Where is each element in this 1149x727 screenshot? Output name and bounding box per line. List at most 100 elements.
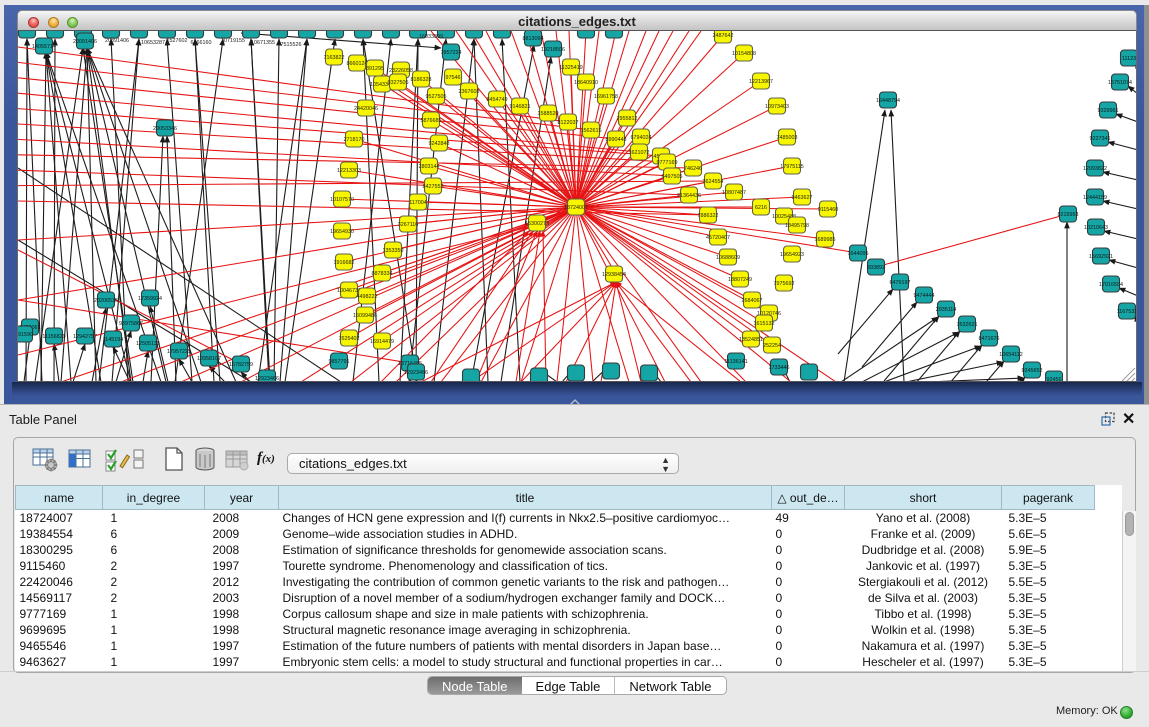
- svg-text:8813094: 8813094: [523, 36, 544, 42]
- svg-text:18495798: 18495798: [785, 223, 809, 229]
- svg-text:1615132: 1615132: [754, 321, 775, 327]
- svg-text:9146821: 9146821: [510, 104, 531, 110]
- svg-text:12213303: 12213303: [337, 168, 361, 174]
- svg-text:18807249: 18807249: [728, 277, 752, 283]
- svg-text:9474444: 9474444: [914, 293, 935, 299]
- svg-text:15692921: 15692921: [1089, 254, 1113, 260]
- svg-text:10653287: 10653287: [141, 40, 165, 46]
- svg-text:12213967: 12213967: [749, 79, 773, 85]
- svg-text:16099486: 16099486: [353, 313, 377, 319]
- svg-text:7632621: 7632621: [957, 322, 978, 328]
- svg-text:1527602: 1527602: [167, 38, 188, 44]
- svg-text:891295: 891295: [366, 66, 384, 72]
- svg-text:11156829: 11156829: [42, 334, 65, 340]
- svg-text:9527505: 9527505: [426, 94, 447, 100]
- svg-text:252254: 252254: [763, 343, 781, 349]
- svg-text:21364436: 21364436: [677, 193, 701, 199]
- svg-text:8454749: 8454749: [487, 97, 508, 103]
- svg-text:20206536: 20206536: [94, 298, 118, 304]
- svg-text:2718170: 2718170: [344, 137, 365, 143]
- svg-text:17016504: 17016504: [1099, 282, 1123, 288]
- svg-text:8427552: 8427552: [423, 184, 444, 190]
- svg-text:1644095: 1644095: [848, 251, 869, 257]
- svg-text:97546: 97546: [446, 75, 461, 81]
- svg-text:14055714: 14055714: [32, 44, 56, 50]
- svg-text:10671355: 10671355: [251, 40, 275, 46]
- svg-text:93975867: 93975867: [119, 321, 143, 327]
- svg-text:1733446: 1733446: [769, 365, 790, 371]
- svg-text:1621072: 1621072: [629, 150, 650, 156]
- svg-text:117004: 117004: [409, 200, 427, 206]
- svg-text:1916682: 1916682: [334, 260, 355, 266]
- svg-text:2935114: 2935114: [936, 307, 957, 313]
- svg-text:15751074: 15751074: [1108, 80, 1132, 86]
- svg-text:746246: 746246: [684, 166, 702, 172]
- svg-text:9227341: 9227341: [1090, 136, 1111, 142]
- svg-text:11136141: 11136141: [724, 359, 747, 365]
- svg-text:45720407: 45720407: [706, 235, 730, 241]
- svg-text:10973403: 10973403: [765, 104, 789, 110]
- svg-text:2487642: 2487642: [713, 33, 734, 39]
- svg-text:15300273: 15300273: [525, 221, 549, 227]
- svg-text:16782759: 16782759: [229, 362, 253, 368]
- svg-text:12093822: 12093822: [1083, 166, 1107, 172]
- svg-text:10719155: 10719155: [221, 38, 245, 44]
- svg-text:8186328: 8186328: [411, 77, 432, 83]
- svg-text:8471676: 8471676: [979, 336, 1000, 342]
- svg-text:12942757: 12942757: [73, 334, 97, 340]
- svg-text:10688609: 10688609: [716, 255, 740, 261]
- svg-text:17957225: 17957225: [167, 349, 191, 355]
- svg-text:4498222: 4498222: [357, 294, 378, 300]
- svg-text:16961758: 16961758: [594, 94, 618, 100]
- svg-text:6466160: 6466160: [191, 40, 212, 46]
- svg-text:9245652: 9245652: [1022, 368, 1043, 374]
- svg-text:12923466: 12923466: [255, 376, 279, 382]
- svg-text:391590: 391590: [18, 332, 33, 338]
- svg-text:18640910: 18640910: [574, 80, 598, 86]
- svg-text:12923466: 12923466: [404, 370, 428, 376]
- svg-text:8660124: 8660124: [347, 61, 368, 67]
- svg-text:9327505: 9327505: [388, 80, 409, 86]
- svg-text:17975115: 17975115: [780, 164, 804, 170]
- svg-text:1562615: 1562615: [581, 128, 602, 134]
- svg-text:9329961: 9329961: [1098, 108, 1119, 114]
- svg-text:10210643: 10210643: [1084, 225, 1108, 231]
- svg-text:19654930: 19654930: [330, 229, 354, 235]
- svg-text:8878334: 8878334: [372, 271, 393, 277]
- svg-text:20391406: 20391406: [105, 38, 129, 44]
- svg-text:9115460: 9115460: [818, 207, 839, 213]
- svg-text:1588520: 1588520: [538, 111, 559, 117]
- svg-text:8122037: 8122037: [558, 120, 579, 126]
- svg-text:92456: 92456: [1047, 377, 1062, 382]
- svg-text:16033809: 16033809: [419, 34, 443, 40]
- svg-text:12505135: 12505135: [136, 341, 160, 347]
- svg-text:7955812: 7955812: [617, 116, 638, 122]
- svg-text:7857224: 7857224: [441, 50, 462, 56]
- svg-text:7886322: 7886322: [698, 213, 719, 219]
- svg-text:2367608: 2367608: [459, 89, 480, 95]
- svg-text:8990448: 8990448: [606, 137, 627, 143]
- svg-text:7975692: 7975692: [774, 281, 795, 287]
- svg-text:10107570: 10107570: [330, 197, 354, 203]
- svg-text:16448794: 16448794: [876, 98, 900, 104]
- svg-text:12938454: 12938454: [602, 272, 626, 278]
- svg-text:1689985: 1689985: [815, 237, 836, 243]
- svg-text:9242848: 9242848: [429, 141, 450, 147]
- svg-text:6479197: 6479197: [890, 280, 911, 286]
- svg-text:16914479: 16914479: [370, 339, 394, 345]
- svg-text:6216: 6216: [755, 205, 767, 211]
- svg-text:893892: 893892: [867, 265, 885, 271]
- svg-text:10154808: 10154808: [732, 51, 756, 57]
- svg-text:2684067: 2684067: [742, 298, 763, 304]
- svg-text:3624554: 3624554: [703, 179, 724, 185]
- svg-text:13524851: 13524851: [739, 337, 763, 343]
- svg-text:19654923: 19654923: [780, 252, 804, 258]
- svg-text:11123: 11123: [1122, 56, 1136, 62]
- svg-text:10958107: 10958107: [197, 356, 221, 362]
- svg-text:24420046: 24420046: [354, 106, 378, 112]
- svg-text:1145194: 1145194: [103, 337, 124, 343]
- svg-text:20091406: 20091406: [73, 39, 97, 45]
- svg-text:12444159: 12444159: [1083, 195, 1107, 201]
- svg-text:20053346: 20053346: [153, 126, 177, 132]
- svg-text:11325419: 11325419: [559, 65, 583, 71]
